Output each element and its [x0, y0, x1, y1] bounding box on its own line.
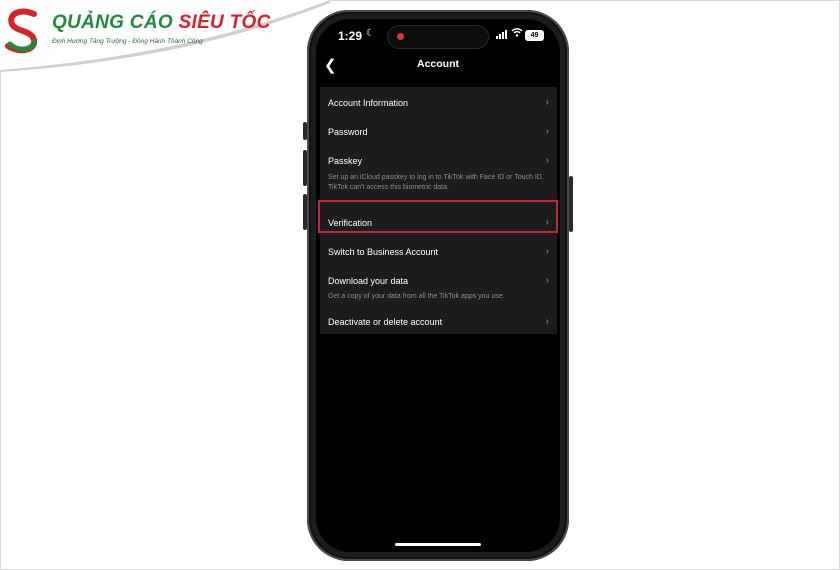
logo-brand-part1: QUẢNG CÁO — [52, 12, 173, 33]
chevron-right-icon: › — [545, 246, 549, 257]
status-time: 1:29 — [338, 29, 363, 43]
logo-brand-name: QUẢNG CÁO SIÊU TỐC — [52, 12, 271, 34]
menu-item-account-information[interactable]: Account Information › — [320, 87, 557, 116]
chevron-right-icon: › — [545, 97, 549, 108]
dynamic-island — [387, 25, 489, 49]
home-indicator[interactable] — [395, 543, 481, 546]
menu-item-deactivate-delete[interactable]: Deactivate or delete account › — [320, 309, 557, 334]
nav-bar: ❮ Account — [316, 53, 560, 77]
status-bar: 1:29 ☾ 49 — [316, 19, 560, 51]
menu-item-label: Deactivate or delete account — [328, 317, 443, 327]
chevron-right-icon: › — [545, 316, 549, 327]
logo-banner: QUẢNG CÁO SIÊU TỐC Định Hướng Tăng Trưởn… — [0, 0, 330, 72]
menu-item-switch-to-business[interactable]: Switch to Business Account › — [320, 236, 557, 265]
menu-item-password[interactable]: Password › — [320, 116, 557, 145]
menu-item-passkey[interactable]: Passkey › Set up an iCloud passkey to lo… — [320, 145, 557, 197]
phone-screen: 1:29 ☾ 49 ❮ Account Account Information … — [316, 19, 560, 552]
menu-item-label: Switch to Business Account — [328, 247, 439, 257]
logo-swoosh-icon — [0, 0, 330, 72]
chevron-right-icon: › — [545, 155, 549, 166]
logo-tagline: Định Hướng Tăng Trưởng - Đồng Hành Thành… — [52, 38, 203, 45]
logo-brand-part2: SIÊU TỐC — [178, 12, 271, 33]
wifi-icon — [511, 27, 523, 40]
menu-item-label: Account Information — [328, 98, 409, 108]
page-title: Account — [417, 58, 459, 70]
menu-item-label: Download your data — [328, 276, 409, 286]
volume-up-button — [303, 150, 307, 186]
verification-highlight-box — [318, 200, 558, 233]
chevron-right-icon: › — [545, 275, 549, 286]
chevron-right-icon: › — [545, 126, 549, 137]
recording-dot-icon — [397, 33, 404, 40]
moon-icon: ☾ — [366, 28, 375, 39]
menu-item-label: Password — [328, 127, 368, 137]
menu-item-description: Get a copy of your data from all the Tik… — [328, 293, 505, 300]
silent-switch — [303, 122, 307, 140]
volume-down-button — [303, 194, 307, 230]
menu-item-download-data[interactable]: Download your data › Get a copy of your … — [320, 265, 557, 305]
power-button — [569, 176, 573, 232]
menu-item-label: Passkey — [328, 156, 363, 166]
battery-icon: 49 — [525, 30, 544, 41]
menu-item-description: Set up an iCloud passkey to log in to Ti… — [328, 174, 544, 191]
cellular-signal-icon — [496, 30, 507, 39]
